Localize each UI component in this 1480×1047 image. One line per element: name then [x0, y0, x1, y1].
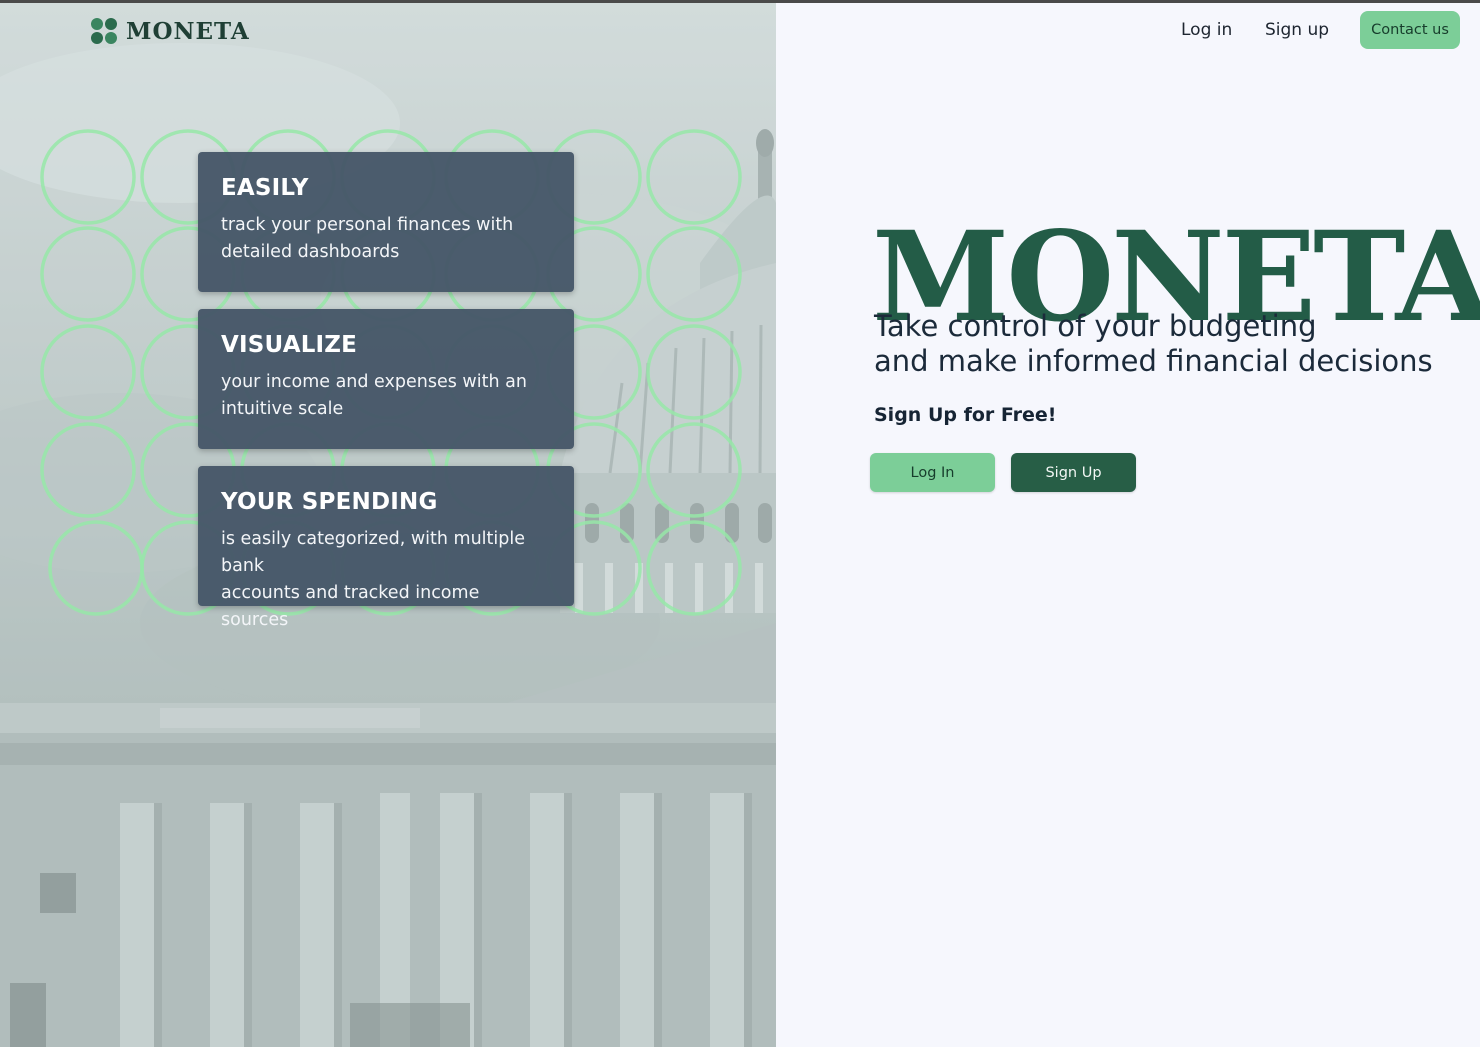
- decorative-circle: [40, 129, 136, 225]
- contact-us-button[interactable]: Contact us: [1360, 11, 1460, 49]
- decorative-circle: [40, 422, 136, 518]
- feature-description-line: detailed dashboards: [221, 242, 400, 262]
- feature-description: your income and expenses with an intuiti…: [221, 369, 552, 423]
- signup-button[interactable]: Sign Up: [1011, 453, 1136, 492]
- nav-login-link[interactable]: Log in: [1181, 20, 1232, 40]
- feature-description: track your personal finances with detail…: [221, 212, 552, 266]
- nav-signup-link[interactable]: Sign up: [1265, 20, 1329, 40]
- tagline: Take control of your budgeting and make …: [874, 309, 1454, 379]
- hero-image-panel: MONETA EASILY track your personal financ…: [0, 3, 776, 1047]
- window-top-border: [0, 0, 1480, 3]
- brand-name: MONETA: [126, 17, 250, 45]
- decorative-circle: [646, 422, 742, 518]
- feature-description-line: is easily categorized, with multiple ban…: [221, 529, 525, 576]
- tagline-line: and make informed financial decisions: [874, 344, 1433, 378]
- four-dot-clover-icon: [90, 17, 118, 45]
- brand-logo[interactable]: MONETA: [90, 17, 250, 45]
- feature-title: EASILY: [221, 175, 309, 201]
- feature-card-spending: YOUR SPENDING is easily categorized, wit…: [198, 466, 574, 630]
- feature-description: is easily categorized, with multiple ban…: [221, 526, 552, 634]
- feature-description-line: intuitive scale: [221, 399, 344, 419]
- decorative-circle: [48, 520, 144, 616]
- feature-description-line: accounts and tracked income sources: [221, 583, 480, 630]
- feature-description-line: track your personal finances with: [221, 215, 514, 235]
- feature-card-easily: EASILY track your personal finances with…: [198, 152, 574, 292]
- decorative-circle: [646, 129, 742, 225]
- tagline-line: Take control of your budgeting: [874, 309, 1317, 343]
- decorative-circle: [40, 324, 136, 420]
- feature-title: YOUR SPENDING: [221, 489, 438, 515]
- feature-description-line: your income and expenses with an: [221, 372, 527, 392]
- landing-page: MONETA EASILY track your personal financ…: [0, 0, 1480, 1047]
- decorative-circle: [646, 324, 742, 420]
- decorative-circle: [40, 226, 136, 322]
- signup-panel: Log in Sign up Contact us MONETA Take co…: [776, 3, 1480, 1047]
- login-button[interactable]: Log In: [870, 453, 995, 492]
- feature-card-visualize: VISUALIZE your income and expenses with …: [198, 309, 574, 449]
- feature-title: VISUALIZE: [221, 332, 358, 358]
- decorative-circle: [646, 226, 742, 322]
- decorative-circle: [646, 520, 742, 616]
- signup-cta-heading: Sign Up for Free!: [874, 404, 1057, 426]
